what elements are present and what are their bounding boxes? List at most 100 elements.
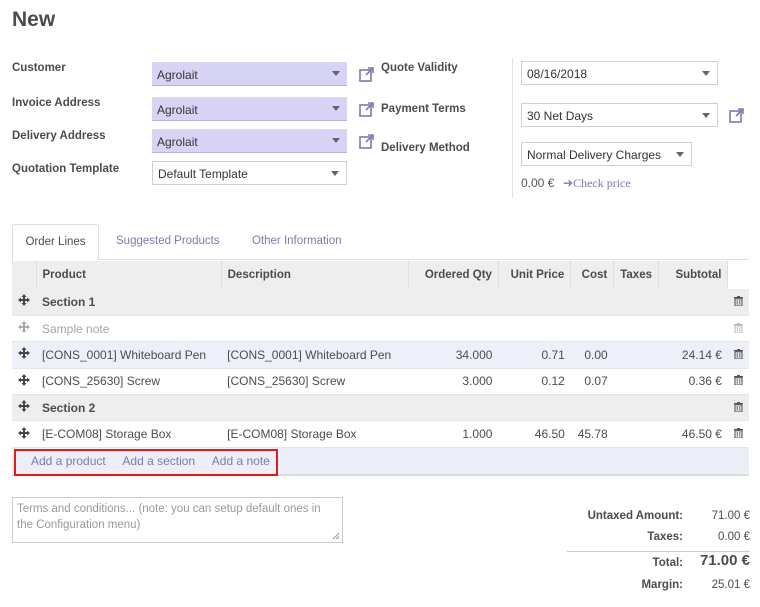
unit-price-header[interactable]: Unit Price xyxy=(498,261,572,289)
terms-placeholder: Terms and conditions... (note: you can s… xyxy=(17,503,321,531)
trash-icon[interactable] xyxy=(733,348,743,359)
table-row[interactable]: Sample note xyxy=(12,315,749,343)
page-title: New xyxy=(12,8,56,31)
total-label: Total: xyxy=(652,557,683,569)
quote-validity-field[interactable]: 08/16/2018 xyxy=(521,61,718,85)
external-link-icon[interactable] xyxy=(359,66,375,82)
quote-validity-label: Quote Validity xyxy=(381,62,458,74)
invoice-address-value: Agrolait xyxy=(157,103,198,117)
quotation-template-value: Default Template xyxy=(158,167,248,181)
delivery-method-label: Delivery Method xyxy=(381,142,470,154)
customer-value: Agrolait xyxy=(157,68,198,82)
ordered-qty-header[interactable]: Ordered Qty xyxy=(408,261,499,289)
price-cell: 0.12 xyxy=(498,368,571,396)
customer-label: Customer xyxy=(12,62,66,74)
taxes-cell xyxy=(613,341,659,369)
quote-validity-value: 08/16/2018 xyxy=(527,67,588,81)
table-row[interactable]: [CONS_25630] Screw [CONS_25630] Screw 3.… xyxy=(12,368,749,396)
delivery-method-value: Normal Delivery Charges xyxy=(527,148,662,162)
subtotal-cell: 46.50 € xyxy=(658,420,728,448)
quotation-template-select[interactable]: Default Template xyxy=(152,161,347,185)
resize-grip-icon[interactable] xyxy=(332,532,340,540)
trash-header xyxy=(727,261,749,289)
drag-handle-icon[interactable] xyxy=(18,321,30,334)
qty-cell: 3.000 xyxy=(408,368,499,396)
tab-suggested-products[interactable]: Suggested Products xyxy=(116,224,220,261)
price-cell: 46.50 xyxy=(498,420,571,448)
dropdown-caret-icon[interactable] xyxy=(702,113,710,118)
table-row[interactable]: Section 2 xyxy=(12,394,749,422)
description-cell: [E-COM08] Storage Box xyxy=(221,420,409,448)
price-cell: 0.71 xyxy=(498,341,571,369)
taxes-header[interactable]: Taxes xyxy=(613,261,659,289)
drag-handle-icon[interactable] xyxy=(18,400,30,413)
arrow-right-icon: ➔ xyxy=(563,176,574,190)
delivery-price: 0.00 € xyxy=(521,176,555,190)
description-header[interactable]: Description xyxy=(221,261,409,289)
highlight-box xyxy=(14,449,278,476)
external-link-icon[interactable] xyxy=(359,101,375,117)
dropdown-caret-icon[interactable] xyxy=(331,171,339,176)
subtotal-cell: 0.36 € xyxy=(658,368,728,396)
dropdown-caret-icon[interactable] xyxy=(676,152,684,157)
drag-handle-icon[interactable] xyxy=(18,347,30,360)
invoice-address-field[interactable]: Agrolait xyxy=(152,97,347,121)
description-cell: [CONS_25630] Screw xyxy=(221,368,409,396)
qty-cell: 34.000 xyxy=(408,341,499,369)
taxes-value: 0.00 € xyxy=(718,531,750,543)
trash-icon[interactable] xyxy=(733,375,743,386)
qty-cell: 1.000 xyxy=(408,420,499,448)
description-cell: [CONS_0001] Whiteboard Pen xyxy=(221,341,409,369)
taxes-cell xyxy=(613,368,659,396)
taxes-label: Taxes: xyxy=(647,531,683,543)
terms-textarea[interactable]: Terms and conditions... (note: you can s… xyxy=(12,497,343,543)
margin-label: Margin: xyxy=(641,579,683,591)
dropdown-caret-icon[interactable] xyxy=(332,106,340,111)
external-link-icon[interactable] xyxy=(729,107,745,123)
delivery-address-field[interactable]: Agrolait xyxy=(152,129,347,153)
product-cell: [E-COM08] Storage Box xyxy=(36,420,222,448)
cost-header[interactable]: Cost xyxy=(570,261,615,289)
delivery-address-label: Delivery Address xyxy=(12,130,106,142)
note-label: Sample note xyxy=(36,315,728,343)
dropdown-caret-icon[interactable] xyxy=(332,138,340,143)
tab-order-lines[interactable]: Order Lines xyxy=(12,224,99,261)
trash-icon[interactable] xyxy=(733,428,743,439)
trash-icon[interactable] xyxy=(733,322,743,333)
drag-handle-icon[interactable] xyxy=(18,373,30,386)
column-divider xyxy=(512,58,513,198)
trash-icon[interactable] xyxy=(733,401,743,412)
trash-icon[interactable] xyxy=(733,295,743,306)
product-header[interactable]: Product xyxy=(36,261,222,289)
subtotal-cell: 24.14 € xyxy=(658,341,728,369)
tab-other-information[interactable]: Other Information xyxy=(252,224,341,261)
drag-handle-icon[interactable] xyxy=(18,426,30,439)
table-header-row: Product Description Ordered Qty Unit Pri… xyxy=(12,261,749,289)
external-link-icon[interactable] xyxy=(359,133,375,149)
product-cell: [CONS_25630] Screw xyxy=(36,368,222,396)
customer-field[interactable]: Agrolait xyxy=(152,62,347,86)
section-label: Section 2 xyxy=(36,394,728,422)
section-label: Section 1 xyxy=(36,289,728,316)
taxes-cell xyxy=(613,420,659,448)
table-row[interactable]: Section 1 xyxy=(12,289,749,316)
payment-terms-label: Payment Terms xyxy=(381,103,466,115)
table-row[interactable]: [E-COM08] Storage Box [E-COM08] Storage … xyxy=(12,420,749,448)
cost-cell: 0.00 xyxy=(570,341,614,369)
invoice-address-label: Invoice Address xyxy=(12,97,101,109)
payment-terms-field[interactable]: 30 Net Days xyxy=(521,103,718,127)
dropdown-caret-icon[interactable] xyxy=(702,71,710,76)
payment-terms-value: 30 Net Days xyxy=(527,109,594,123)
dropdown-caret-icon[interactable] xyxy=(332,71,340,76)
product-cell: [CONS_0001] Whiteboard Pen xyxy=(36,341,222,369)
order-lines-table: Product Description Ordered Qty Unit Pri… xyxy=(12,261,749,477)
delivery-method-select[interactable]: Normal Delivery Charges xyxy=(521,142,692,166)
untaxed-amount-value: 71.00 € xyxy=(711,510,750,522)
subtotal-header[interactable]: Subtotal xyxy=(658,261,729,289)
check-price-link[interactable]: ➔Check price xyxy=(563,176,631,191)
table-row[interactable]: [CONS_0001] Whiteboard Pen [CONS_0001] W… xyxy=(12,341,749,369)
handle-header xyxy=(12,261,37,289)
margin-value: 25.01 € xyxy=(711,579,750,591)
drag-handle-icon[interactable] xyxy=(18,294,30,307)
check-price-label: Check price xyxy=(573,176,631,190)
